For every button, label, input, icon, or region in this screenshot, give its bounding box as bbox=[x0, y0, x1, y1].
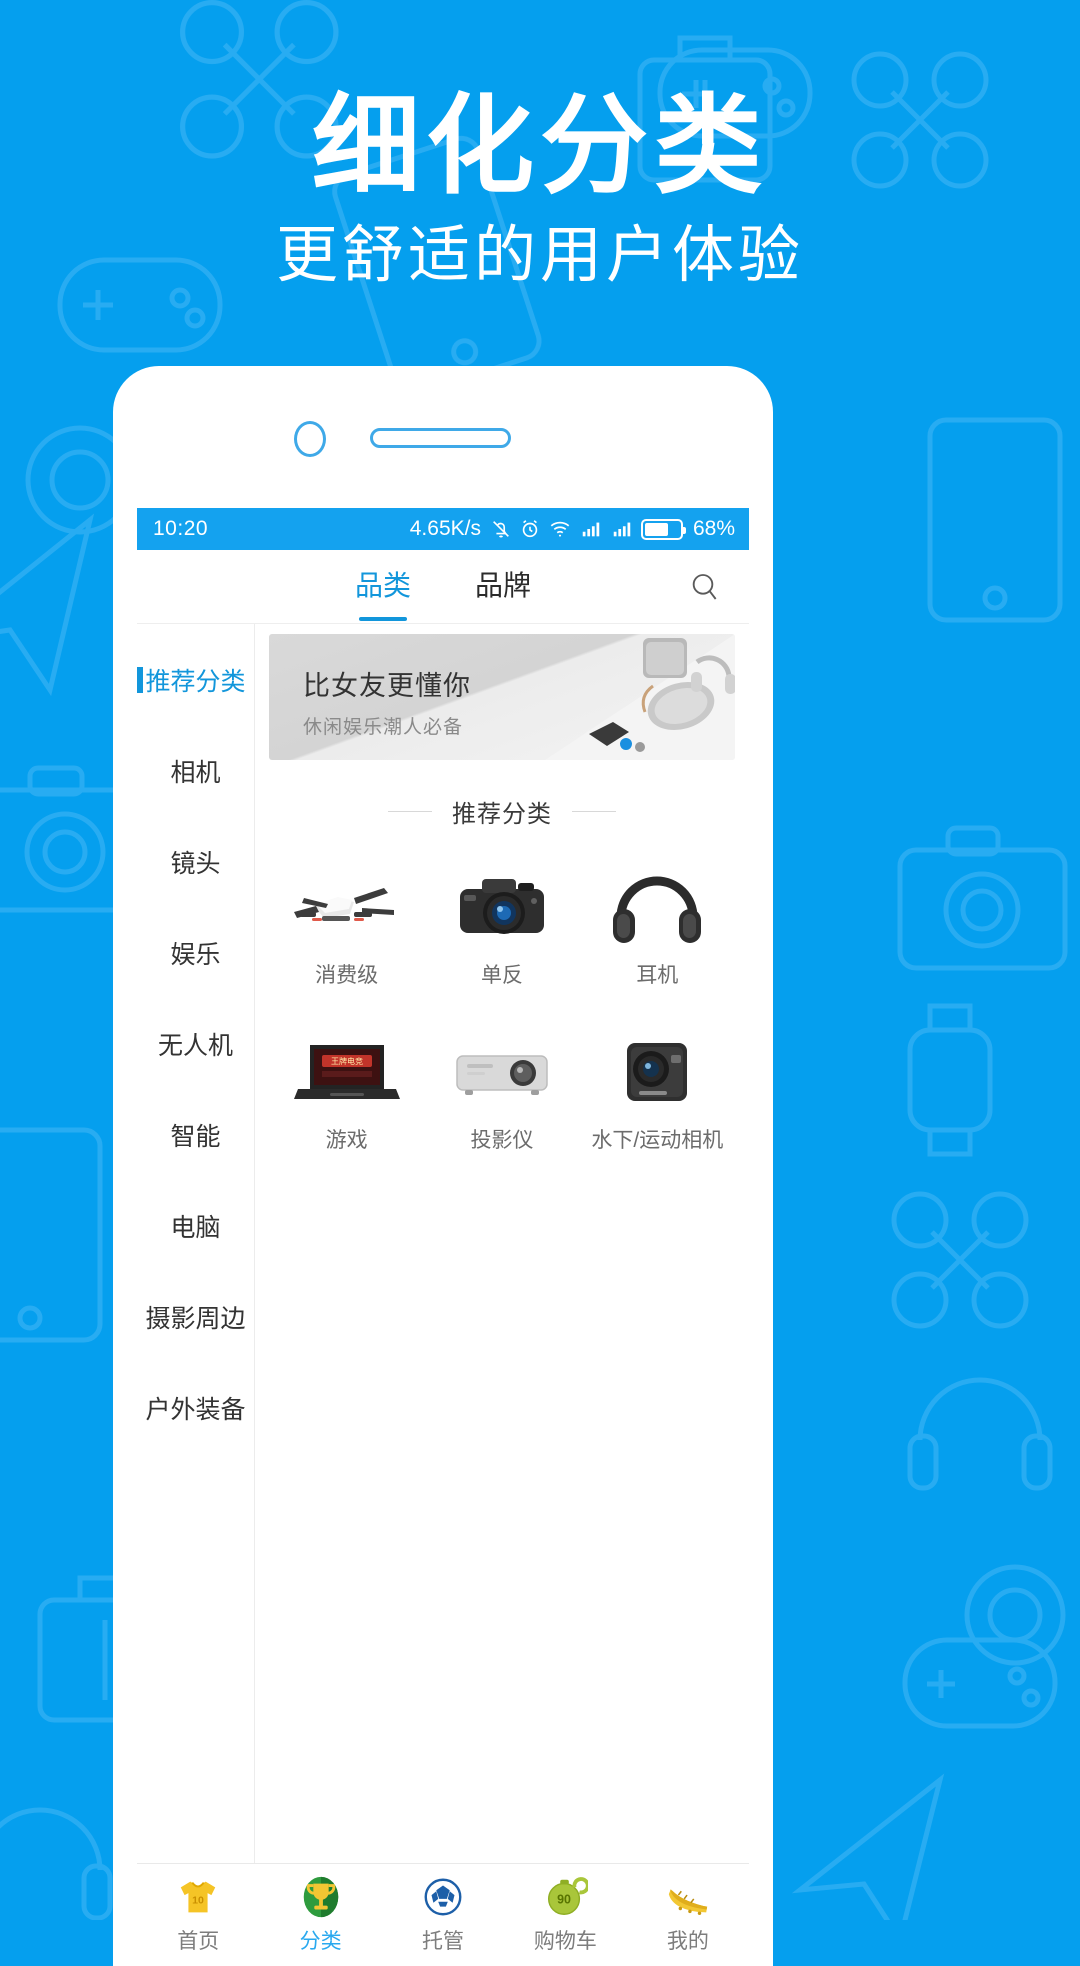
front-camera-icon bbox=[294, 421, 326, 457]
nav-label: 我的 bbox=[666, 1929, 709, 1953]
stopwatch-icon: 90 bbox=[548, 1876, 589, 1915]
nav-label: 托管 bbox=[422, 1929, 465, 1953]
phone-bezel-top bbox=[113, 366, 773, 500]
category-grid: 消费级 单反 耳机 王牌电竞 游戏 投影仪 水下/运动相机 bbox=[269, 847, 735, 1167]
page-subtitle: 更舒适的用户体验 bbox=[275, 221, 804, 291]
sidebar-item-lens[interactable]: 镜头 bbox=[137, 816, 254, 907]
sidebar-item-drone[interactable]: 无人机 bbox=[137, 998, 254, 1089]
page-title: 细化分类 bbox=[311, 85, 768, 206]
gaming-laptop-icon: 王牌电竞 bbox=[293, 1045, 400, 1099]
nav-item-hosting[interactable]: 托管 bbox=[382, 1874, 504, 1955]
battery-percent: 68% bbox=[692, 517, 735, 540]
status-bar: 10:20 4.65K/s 68% bbox=[137, 508, 749, 550]
jersey-icon: 10 bbox=[180, 1881, 216, 1912]
bell-muted-icon bbox=[493, 521, 509, 538]
banner-title: 比女友更懂你 bbox=[303, 671, 471, 701]
top-tab-bar: 品类 品牌 bbox=[137, 550, 749, 624]
signal-icon bbox=[582, 522, 600, 537]
drone-icon bbox=[293, 888, 394, 921]
headphone-icon bbox=[613, 876, 702, 943]
tab-brand[interactable]: 品牌 bbox=[475, 559, 531, 615]
phone-screen: 10:20 4.65K/s 68% 品类 品牌 推荐分类 相机 镜头 娱乐 无人… bbox=[137, 508, 749, 1964]
soccer-cleat-icon bbox=[668, 1888, 707, 1915]
app-body: 推荐分类 相机 镜头 娱乐 无人机 智能 电脑 摄影周边 户外装备 比女友更懂你… bbox=[137, 624, 749, 1863]
sidebar-item-recommended[interactable]: 推荐分类 bbox=[137, 634, 254, 725]
action-camera-icon bbox=[627, 1043, 688, 1101]
category-item-headphone[interactable]: 耳机 bbox=[580, 847, 735, 1002]
phone-mockup: 10:20 4.65K/s 68% 品类 品牌 推荐分类 相机 镜头 娱乐 无人… bbox=[113, 366, 773, 1966]
divider-right bbox=[572, 811, 616, 812]
status-time: 10:20 bbox=[153, 517, 209, 540]
banner-artwork bbox=[545, 634, 735, 760]
tab-category[interactable]: 品类 bbox=[355, 559, 411, 615]
category-item-gaming[interactable]: 王牌电竞 游戏 bbox=[269, 1012, 424, 1167]
network-speed: 4.65K/s bbox=[409, 517, 481, 540]
nav-label: 分类 bbox=[299, 1929, 342, 1953]
sidebar-item-smart[interactable]: 智能 bbox=[137, 1089, 254, 1180]
category-item-projector[interactable]: 投影仪 bbox=[424, 1012, 579, 1167]
wifi-icon bbox=[550, 521, 570, 537]
nav-label: 首页 bbox=[177, 1929, 220, 1953]
trophy-icon bbox=[303, 1876, 338, 1917]
category-label: 单反 bbox=[480, 964, 523, 987]
category-label: 投影仪 bbox=[470, 1129, 534, 1152]
svg-text:90: 90 bbox=[558, 1892, 572, 1906]
category-label: 耳机 bbox=[636, 964, 679, 987]
promo-header: 细化分类 更舒适的用户体验 bbox=[0, 0, 1080, 295]
sidebar-item-entertainment[interactable]: 娱乐 bbox=[137, 907, 254, 998]
divider-left bbox=[388, 811, 432, 812]
promo-banner[interactable]: 比女友更懂你 休闲娱乐潮人必备 bbox=[269, 634, 735, 760]
section-header: 推荐分类 bbox=[269, 794, 735, 829]
soccer-ball-icon bbox=[424, 1878, 462, 1915]
nav-label: 购物车 bbox=[533, 1929, 597, 1953]
category-sidebar[interactable]: 推荐分类 相机 镜头 娱乐 无人机 智能 电脑 摄影周边 户外装备 bbox=[137, 624, 255, 1863]
battery-icon bbox=[640, 518, 686, 540]
earpiece-speaker-icon bbox=[370, 428, 511, 448]
sidebar-item-camera[interactable]: 相机 bbox=[137, 725, 254, 816]
search-button[interactable] bbox=[685, 567, 725, 607]
category-item-dslr[interactable]: 单反 bbox=[424, 847, 579, 1002]
nav-item-home[interactable]: 10 首页 bbox=[137, 1874, 259, 1955]
signal-icon bbox=[613, 522, 631, 537]
category-item-drone[interactable]: 消费级 bbox=[269, 847, 424, 1002]
category-content: 比女友更懂你 休闲娱乐潮人必备 推荐分类 消费级 单反 耳机 王牌电竞 游戏 投… bbox=[255, 624, 749, 1863]
sidebar-item-computer[interactable]: 电脑 bbox=[137, 1180, 254, 1271]
svg-text:10: 10 bbox=[192, 1894, 204, 1906]
category-label: 消费级 bbox=[315, 964, 379, 987]
nav-item-category[interactable]: 分类 bbox=[259, 1874, 381, 1955]
svg-text:王牌电竞: 王牌电竞 bbox=[331, 1056, 363, 1066]
dslr-camera-icon bbox=[459, 879, 544, 934]
bottom-navigation: 10 首页 分类 托管 90 购物车 我的 bbox=[137, 1863, 749, 1964]
category-item-action-camera[interactable]: 水下/运动相机 bbox=[580, 1012, 735, 1167]
nav-item-profile[interactable]: 我的 bbox=[627, 1874, 749, 1955]
sidebar-item-outdoor-gear[interactable]: 户外装备 bbox=[137, 1362, 254, 1453]
search-icon bbox=[692, 573, 717, 600]
category-label: 水下/运动相机 bbox=[591, 1129, 724, 1152]
alarm-icon bbox=[522, 520, 538, 538]
banner-subtitle: 休闲娱乐潮人必备 bbox=[303, 717, 464, 738]
sidebar-item-photo-accessories[interactable]: 摄影周边 bbox=[137, 1271, 254, 1362]
category-label: 游戏 bbox=[325, 1129, 368, 1152]
nav-item-cart[interactable]: 90 购物车 bbox=[504, 1874, 626, 1955]
projector-icon bbox=[456, 1055, 548, 1095]
section-title: 推荐分类 bbox=[452, 801, 552, 828]
